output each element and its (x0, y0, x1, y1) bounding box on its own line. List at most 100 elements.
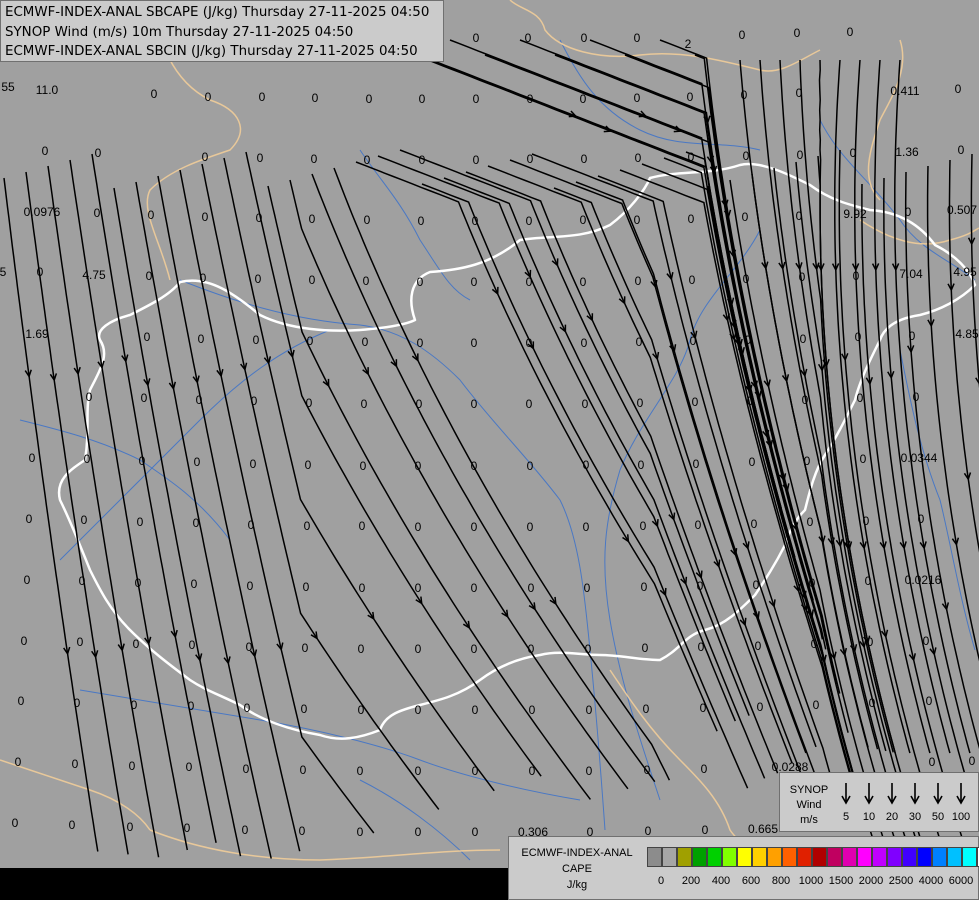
field-value: 0 (300, 702, 308, 716)
field-value: 0 (583, 581, 591, 595)
field-value: 0 (640, 580, 648, 594)
field-value: 0 (416, 336, 424, 350)
wind-legend-arrows (841, 783, 966, 805)
field-value: 0 (138, 454, 146, 468)
field-value: 0 (641, 641, 649, 655)
field-value: 0 (738, 28, 746, 42)
field-value: 0 (25, 512, 33, 526)
field-value: 0 (472, 31, 480, 45)
cape-color-swatch (842, 847, 857, 867)
wind-streamline (894, 59, 971, 754)
field-value: 0 (527, 642, 535, 656)
wind-legend-arrow (887, 783, 897, 805)
wind-streamline (245, 151, 542, 777)
field-value: 0 (305, 396, 313, 410)
cape-color-swatch (932, 847, 947, 867)
cape-color-swatch (872, 847, 887, 867)
field-value: 0 (128, 759, 136, 773)
cape-scale-label: 400 (711, 875, 731, 887)
field-value: 0 (471, 214, 479, 228)
border-slovakia-poland (867, 39, 904, 201)
field-value: 0 (852, 269, 860, 283)
field-value: 0 (308, 273, 316, 287)
field-value: 0 (470, 459, 478, 473)
cape-color-swatch (752, 847, 767, 867)
field-value: 0 (185, 760, 193, 774)
field-value: 0 (68, 818, 76, 832)
field-value: 0 (83, 452, 91, 466)
field-value: 0 (968, 754, 976, 768)
wind-legend-speed-label: 100 (951, 811, 971, 823)
wind-streamline (157, 175, 301, 852)
field-value: 0 (585, 703, 593, 717)
wind-legend-speed-label: 20 (885, 811, 899, 823)
field-value: 0 (357, 703, 365, 717)
field-value: 0 (701, 823, 709, 837)
field-value: 0 (470, 275, 478, 289)
field-value: 0 (28, 451, 36, 465)
field-value: 0.411 (890, 84, 920, 98)
field-value: 0 (20, 634, 28, 648)
cape-color-swatch (677, 847, 692, 867)
border-south (149, 829, 501, 861)
field-value: 0 (414, 581, 422, 595)
field-value: 0 (741, 210, 749, 224)
cape-color-swatch (797, 847, 812, 867)
wind-legend-speed-label: 5 (842, 811, 850, 823)
field-value: 0 (795, 209, 803, 223)
field-value: 0 (302, 580, 310, 594)
field-value: 0 (201, 210, 209, 224)
field-value: 7.04 (899, 267, 923, 281)
field-value: 0 (917, 512, 925, 526)
field-value: 0.0216 (904, 573, 942, 587)
field-value: 0 (525, 397, 533, 411)
field-value: 0 (41, 144, 49, 158)
border-ukraine-romania (859, 219, 979, 245)
field-value: 0 (298, 824, 306, 838)
title-sbcin: ECMWF-INDEX-ANAL SBCIN (J/kg) Thursday 2… (5, 44, 418, 59)
field-value: 0 (689, 334, 697, 348)
field-value: 0 (687, 212, 695, 226)
wind-legend-arrow (864, 783, 874, 805)
wind-legend-arrow (841, 783, 851, 805)
wind-streamline (484, 54, 810, 591)
field-value: 0 (740, 88, 748, 102)
field-value: 0 (579, 275, 587, 289)
field-value: 0.507 (946, 203, 978, 217)
field-value: 0 (633, 91, 641, 105)
field-value: 0 (418, 92, 426, 106)
cape-color-swatch (857, 847, 872, 867)
field-value: 0 (418, 153, 426, 167)
cape-color-swatch (767, 847, 782, 867)
field-value: 0 (472, 153, 480, 167)
field-value: 0 (580, 152, 588, 166)
wind-streamline (355, 161, 718, 732)
field-value: 0 (748, 455, 756, 469)
field-value: 0 (746, 394, 754, 408)
river-drava (79, 689, 581, 801)
cape-color-swatch (662, 847, 677, 867)
river-south-1 (359, 779, 471, 861)
field-value: 0 (472, 92, 480, 106)
wind-legend-speed-label: 50 (931, 811, 945, 823)
wind-streamline (201, 163, 440, 810)
cape-color-swatch (887, 847, 902, 867)
wind-streamline (311, 173, 656, 783)
field-value: 0 (868, 696, 876, 710)
field-value: 0 (306, 334, 314, 348)
field-value: 0 (17, 694, 25, 708)
field-value: 0.0344 (900, 451, 938, 465)
field-value: 9.92 (843, 207, 867, 221)
field-value: 0 (854, 330, 862, 344)
cape-scale-label: 200 (681, 875, 701, 887)
field-value: 0 (579, 213, 587, 227)
wind-legend-arrow (910, 783, 920, 805)
field-value: 0 (301, 641, 309, 655)
field-value: 0 (810, 637, 818, 651)
field-value: 0 (912, 390, 920, 404)
wind-streamline (663, 157, 863, 813)
field-value: 0 (195, 393, 203, 407)
wind-streamline (267, 185, 591, 800)
field-value: 0 (862, 514, 870, 528)
field-value: 1.36 (895, 145, 919, 159)
